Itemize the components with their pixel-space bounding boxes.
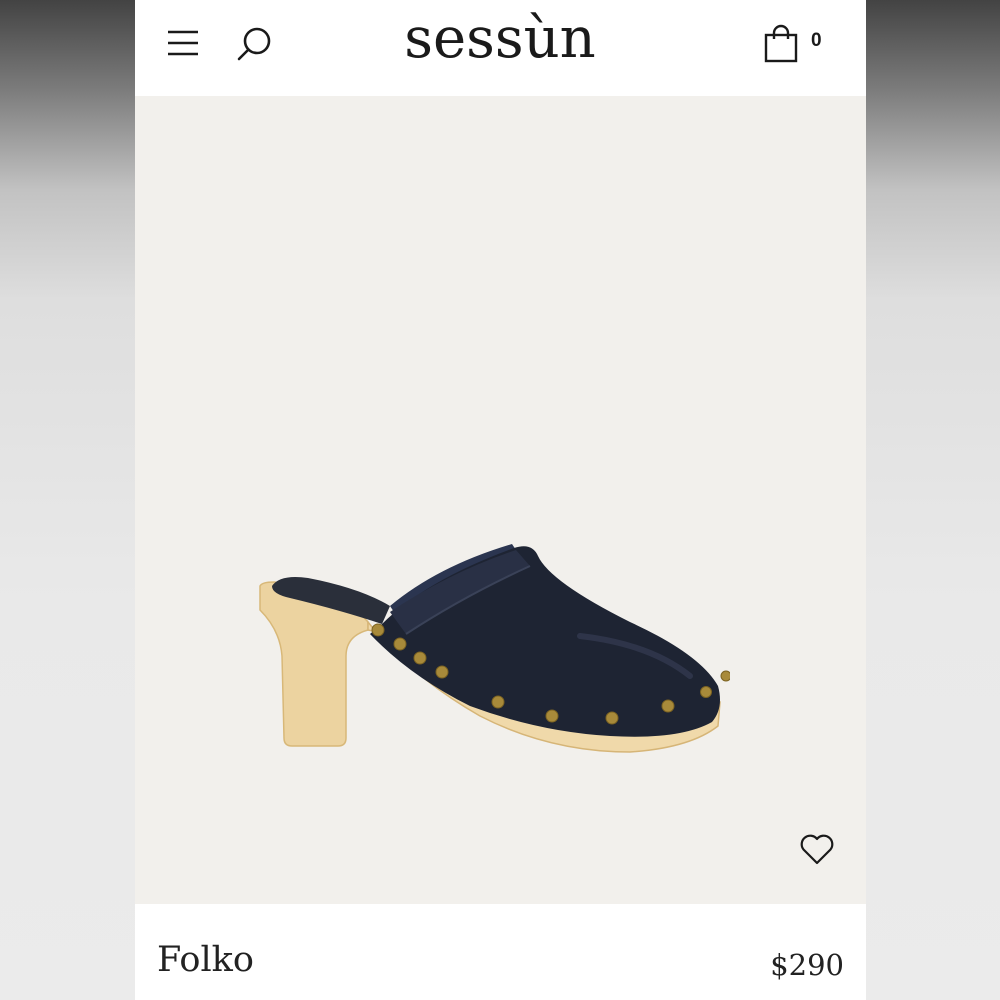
product-photo xyxy=(259,544,730,753)
shopping-bag-icon[interactable] xyxy=(763,24,799,64)
brand-logo[interactable]: sessùn xyxy=(385,4,615,74)
left-backdrop xyxy=(0,0,135,1000)
site-header: sessùn 0 xyxy=(135,0,866,96)
cart-count[interactable]: 0 xyxy=(811,30,822,52)
product-price: $290 xyxy=(770,948,844,982)
right-backdrop xyxy=(866,0,1000,1000)
search-icon[interactable] xyxy=(235,24,275,64)
hamburger-menu-icon[interactable] xyxy=(167,28,199,58)
product-info-bar: Folko $290 xyxy=(135,904,866,1000)
mobile-page: sessùn 0 Folko $290 xyxy=(135,0,866,1000)
product-name[interactable]: Folko xyxy=(157,940,254,980)
product-image-area[interactable] xyxy=(135,96,866,904)
heart-outline-icon[interactable] xyxy=(799,832,835,866)
